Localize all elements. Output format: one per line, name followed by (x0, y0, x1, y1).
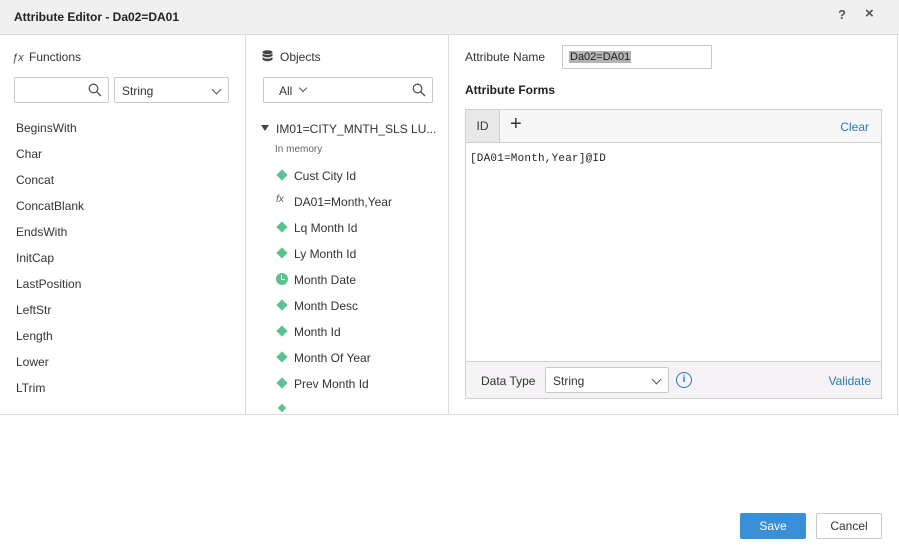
attribute-name-input[interactable]: Da02=DA01 (562, 45, 712, 69)
function-item[interactable]: Concat (16, 173, 54, 187)
object-item-label: Month Id (294, 325, 341, 339)
objects-header-label: Objects (280, 50, 321, 64)
object-item-label: Month Date (294, 273, 357, 287)
function-item[interactable]: Length (16, 329, 53, 343)
divider (448, 35, 449, 414)
attribute-forms-tabbar: ID + Clear (466, 110, 881, 143)
function-category-select[interactable]: String (114, 77, 229, 103)
function-item[interactable]: LTrim (16, 381, 45, 395)
tree-expand-icon[interactable] (261, 125, 269, 131)
attribute-name-label: Attribute Name (465, 50, 546, 64)
database-icon (262, 50, 273, 62)
object-filter-value: All (279, 84, 293, 98)
info-icon[interactable]: i (676, 372, 692, 388)
chevron-down-icon (298, 83, 308, 93)
tree-root-subtitle: In memory (275, 144, 323, 155)
attribute-diamond-icon (276, 221, 288, 233)
function-search-input[interactable] (14, 77, 109, 103)
derived-fx-icon: fx (276, 194, 284, 205)
expression-editor[interactable]: [DA01=Month,Year]@ID (470, 153, 875, 359)
object-item-label: DA01=Month,Year (294, 195, 392, 209)
cancel-button[interactable]: Cancel (816, 513, 882, 539)
object-item-label: Month Desc (294, 299, 359, 313)
attribute-diamond-icon (276, 377, 288, 389)
object-item-label: Lq Month Id (294, 221, 358, 235)
chevron-down-icon (651, 374, 662, 385)
attribute-diamond-icon (276, 247, 288, 259)
functions-header-label: Functions (29, 50, 82, 64)
search-icon[interactable] (88, 83, 102, 97)
attribute-forms-panel: ID + Clear [DA01=Month,Year]@ID Data Typ… (465, 109, 882, 399)
object-item-label: Month Of Year (294, 351, 371, 365)
divider (0, 414, 899, 415)
chevron-down-icon (211, 84, 222, 95)
function-item[interactable]: Char (16, 147, 42, 161)
attribute-diamond-icon (276, 325, 288, 337)
dialog-titlebar: Attribute Editor - Da02=DA01 ? × (0, 0, 899, 35)
objects-header: Objects (262, 50, 321, 64)
close-icon[interactable]: × (865, 5, 874, 22)
data-type-value: String (553, 374, 585, 388)
function-fx-icon: ƒx (12, 52, 24, 64)
help-icon[interactable]: ? (838, 7, 846, 22)
function-item[interactable]: LeftStr (16, 303, 51, 317)
attribute-diamond-icon (276, 169, 288, 181)
function-item[interactable]: LastPosition (16, 277, 81, 291)
data-type-label: Data Type (481, 374, 536, 388)
dialog-title: Attribute Editor - Da02=DA01 (14, 10, 180, 24)
function-item[interactable]: Lower (16, 355, 49, 369)
object-filter-select[interactable]: All (264, 78, 319, 102)
divider (897, 35, 898, 414)
save-button[interactable]: Save (740, 513, 806, 539)
function-item[interactable]: BeginsWith (16, 121, 77, 135)
functions-header: ƒx Functions (12, 50, 81, 64)
function-item[interactable]: ConcatBlank (16, 199, 84, 213)
function-category-value: String (122, 84, 154, 98)
attribute-diamond-icon (276, 299, 288, 311)
tab-id[interactable]: ID (466, 110, 500, 142)
search-icon[interactable] (412, 83, 426, 97)
object-item-label: Prev Month Id (294, 377, 369, 391)
attribute-diamond-icon (277, 403, 287, 413)
divider (245, 35, 246, 414)
data-type-select[interactable]: String (545, 367, 669, 393)
object-item-label: Ly Month Id (294, 247, 357, 261)
attribute-diamond-icon (276, 351, 288, 363)
function-item[interactable]: InitCap (16, 251, 54, 265)
tree-root-dataset[interactable]: IM01=CITY_MNTH_SLS LU... (276, 122, 436, 136)
object-item-label: Cust City Id (294, 169, 357, 183)
clear-link[interactable]: Clear (840, 120, 869, 134)
attribute-forms-title: Attribute Forms (465, 83, 555, 97)
date-clock-icon (276, 273, 288, 285)
attribute-forms-footer: Data Type String i Validate (466, 361, 881, 398)
object-search-input[interactable]: All (263, 77, 433, 103)
attribute-name-value: Da02=DA01 (569, 51, 632, 63)
add-form-button[interactable]: + (510, 113, 522, 136)
function-item[interactable]: EndsWith (16, 225, 67, 239)
validate-link[interactable]: Validate (829, 374, 871, 388)
